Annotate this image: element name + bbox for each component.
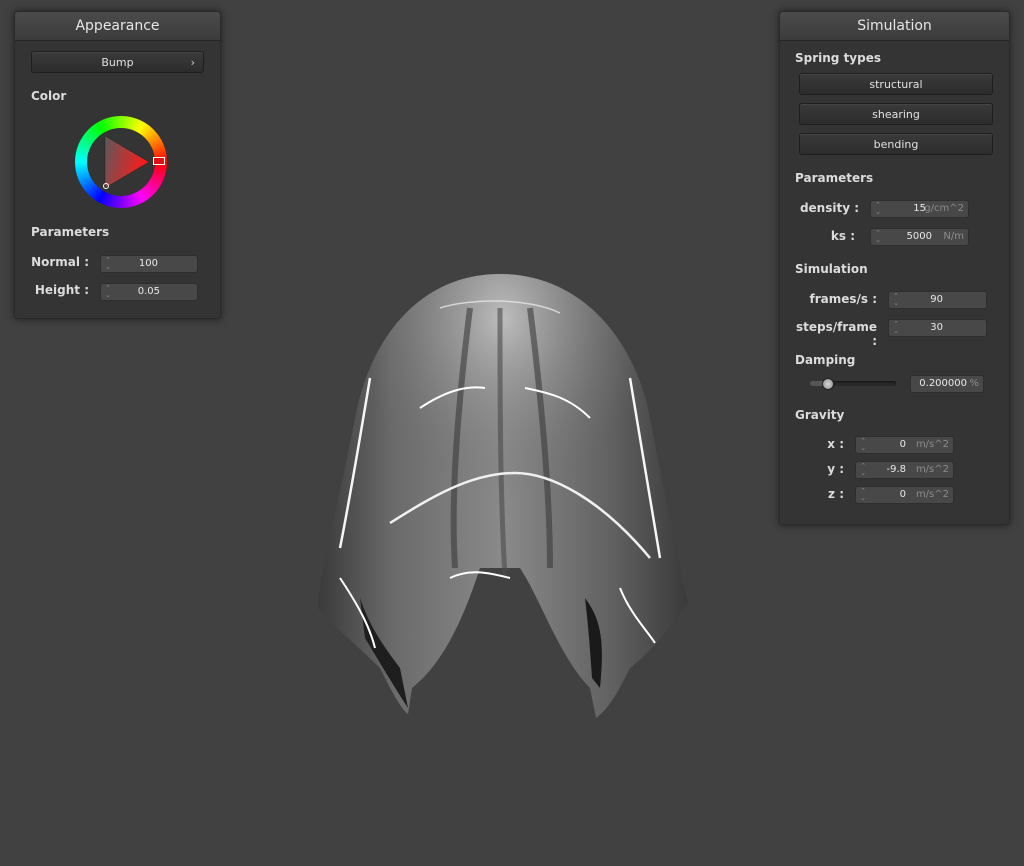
appearance-parameters-label: Parameters bbox=[31, 225, 110, 239]
spinner-arrows-icon[interactable]: ⌃ ⌄ bbox=[891, 321, 901, 335]
gravity-x-label: x : bbox=[827, 437, 844, 451]
normal-value: 100 bbox=[138, 258, 158, 269]
color-label: Color bbox=[31, 89, 67, 103]
ks-unit: N/m bbox=[943, 231, 964, 242]
frames-per-second-value: 90 bbox=[930, 294, 943, 305]
hue-selector-marker[interactable] bbox=[153, 157, 165, 165]
ks-label: ks : bbox=[830, 229, 855, 243]
density-label: density : bbox=[799, 201, 859, 215]
spinner-arrows-icon[interactable]: ⌃ ⌄ bbox=[103, 285, 113, 299]
bump-mode-label: Bump bbox=[101, 56, 134, 69]
damping-slider[interactable] bbox=[810, 378, 896, 390]
spinner-arrows-icon[interactable]: ⌃ ⌄ bbox=[858, 463, 868, 477]
normal-input[interactable]: ⌃ ⌄ 100 bbox=[100, 255, 198, 273]
bump-mode-button[interactable]: Bump › bbox=[31, 51, 204, 73]
frames-per-second-label: frames/s : bbox=[809, 292, 877, 306]
damping-value: 0.200000 bbox=[919, 378, 967, 389]
height-label: Height : bbox=[34, 283, 89, 297]
damping-input[interactable]: 0.200000 % bbox=[910, 375, 984, 393]
gravity-x-unit: m/s^2 bbox=[915, 439, 949, 450]
spinner-arrows-icon[interactable]: ⌃ ⌄ bbox=[103, 257, 113, 271]
height-input[interactable]: ⌃ ⌄ 0.05 bbox=[100, 283, 198, 301]
simulation-parameters-label: Parameters bbox=[795, 171, 874, 185]
gravity-z-label: z : bbox=[828, 487, 844, 501]
spinner-arrows-icon[interactable]: ⌃ ⌄ bbox=[873, 230, 883, 244]
ks-value: 5000 bbox=[906, 231, 932, 242]
gravity-label: Gravity bbox=[795, 408, 845, 422]
appearance-panel-title[interactable]: Appearance bbox=[15, 12, 220, 41]
spinner-arrows-icon[interactable]: ⌃ ⌄ bbox=[873, 202, 883, 216]
cloth-mesh[interactable] bbox=[300, 268, 700, 728]
ks-input[interactable]: ⌃ ⌄ 5000 N/m bbox=[870, 228, 969, 246]
damping-unit: % bbox=[969, 378, 979, 389]
structural-button[interactable]: structural bbox=[799, 73, 993, 95]
gravity-z-value: 0 bbox=[899, 489, 906, 500]
steps-per-frame-input[interactable]: ⌃ ⌄ 30 bbox=[888, 319, 987, 337]
shearing-button[interactable]: shearing bbox=[799, 103, 993, 125]
spinner-arrows-icon[interactable]: ⌃ ⌄ bbox=[858, 488, 868, 502]
saturation-selector-marker[interactable] bbox=[103, 183, 109, 189]
color-wheel[interactable] bbox=[75, 116, 167, 208]
spinner-arrows-icon[interactable]: ⌃ ⌄ bbox=[858, 438, 868, 452]
density-unit: g/cm^2 bbox=[924, 203, 964, 214]
damping-slider-handle[interactable] bbox=[822, 378, 835, 390]
spinner-arrows-icon[interactable]: ⌃ ⌄ bbox=[891, 293, 901, 307]
chevron-right-icon: › bbox=[190, 56, 195, 69]
gravity-y-value: -9.8 bbox=[886, 464, 906, 475]
damping-label: Damping bbox=[795, 353, 856, 367]
bending-button[interactable]: bending bbox=[799, 133, 993, 155]
gravity-y-label: y : bbox=[827, 462, 844, 476]
steps-per-frame-label: steps/frame : bbox=[795, 320, 877, 348]
frames-per-second-input[interactable]: ⌃ ⌄ 90 bbox=[888, 291, 987, 309]
height-value: 0.05 bbox=[137, 286, 160, 297]
gravity-y-unit: m/s^2 bbox=[915, 464, 949, 475]
simulation-panel: Simulation Spring types structural shear… bbox=[779, 11, 1010, 525]
simulation-section-label: Simulation bbox=[795, 262, 868, 276]
steps-per-frame-value: 30 bbox=[930, 322, 943, 333]
gravity-z-input[interactable]: ⌃ ⌄ 0 m/s^2 bbox=[855, 486, 954, 504]
gravity-x-value: 0 bbox=[899, 439, 906, 450]
gravity-z-unit: m/s^2 bbox=[915, 489, 949, 500]
gravity-x-input[interactable]: ⌃ ⌄ 0 m/s^2 bbox=[855, 436, 954, 454]
simulation-panel-title[interactable]: Simulation bbox=[780, 12, 1009, 41]
appearance-panel: Appearance Bump › Color Parameters Norma… bbox=[14, 11, 221, 319]
density-input[interactable]: ⌃ ⌄ 15 g/cm^2 bbox=[870, 200, 969, 218]
spring-types-label: Spring types bbox=[795, 51, 882, 65]
normal-label: Normal : bbox=[31, 255, 89, 269]
gravity-y-input[interactable]: ⌃ ⌄ -9.8 m/s^2 bbox=[855, 461, 954, 479]
